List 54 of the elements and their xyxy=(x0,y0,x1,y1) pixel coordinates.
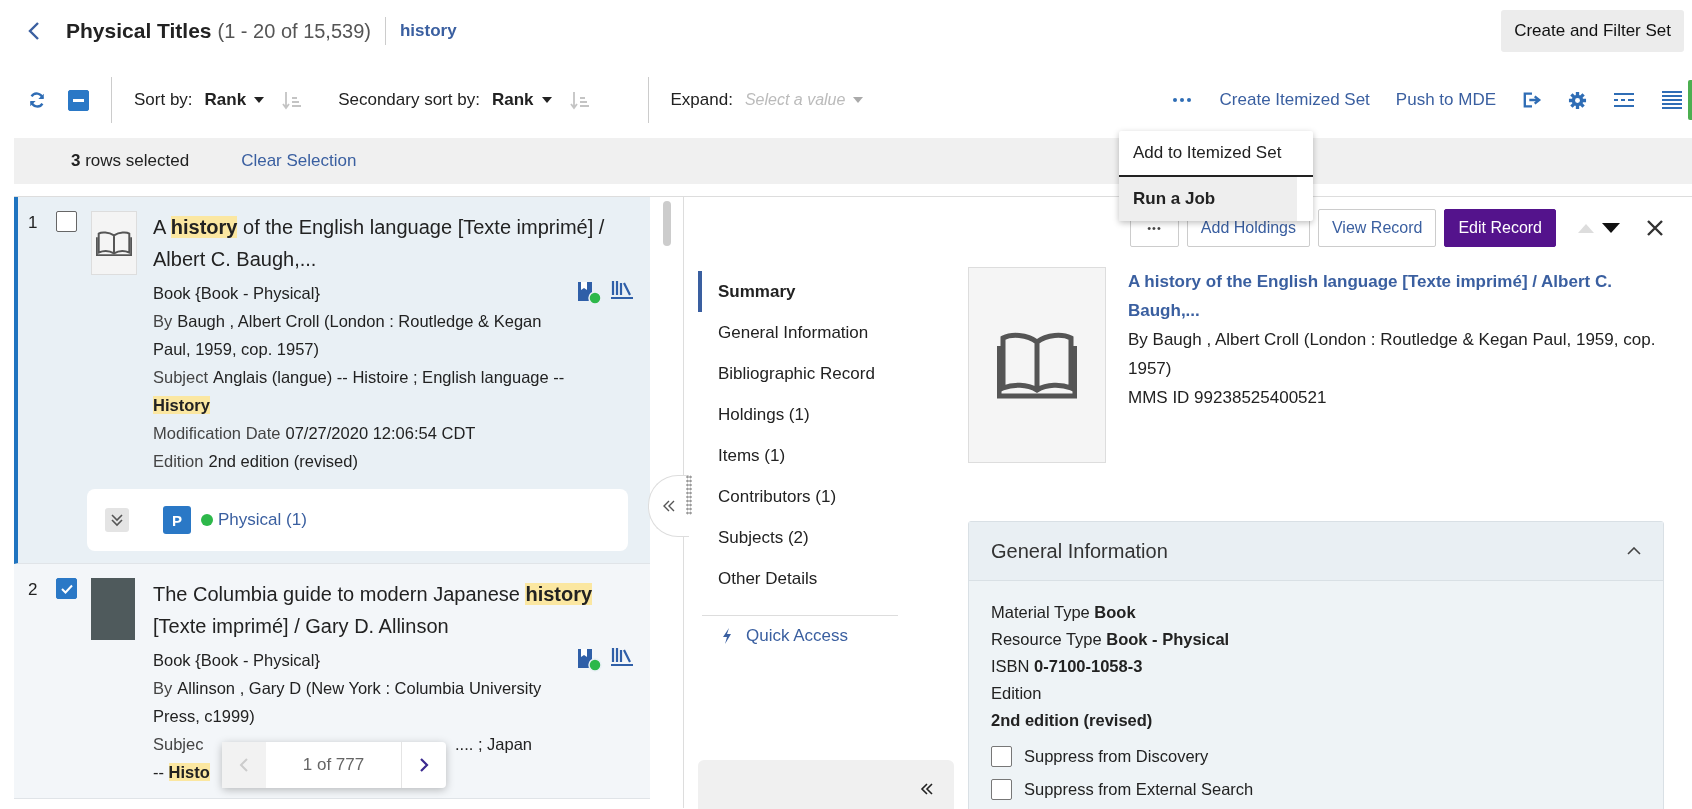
checkbox-label: Suppress from Discovery xyxy=(1024,747,1209,766)
edit-record-button[interactable]: Edit Record xyxy=(1444,209,1556,247)
section-nav-item[interactable]: Subjects (2) xyxy=(698,517,954,558)
quick-access-link[interactable]: Quick Access xyxy=(698,626,954,646)
search-query-link[interactable]: history xyxy=(399,21,457,41)
info-field: Resource Type Book - Physical xyxy=(991,626,1641,653)
record-title-link[interactable]: A history of the English language [Texte imprimé] / Albert C. Baugh,... xyxy=(1128,267,1664,325)
info-field: ISBN 0-7100-1058-3 xyxy=(991,653,1641,680)
section-nav-item[interactable]: Other Details xyxy=(698,558,954,599)
record-field: Edition 2nd edition (revised) xyxy=(153,447,638,475)
info-label: Edition xyxy=(991,683,1043,704)
section-header[interactable]: General Information xyxy=(969,522,1663,581)
record-field: .... ; Japan xyxy=(455,730,533,758)
selection-count: 3 rows selected xyxy=(71,151,190,171)
record-field: Modification Date 07/27/2020 12:06:54 CDT xyxy=(153,419,638,447)
record-title-link[interactable]: The Columbia guide to modern Japanese history [Texte imprimé] / Gary D. Allinson xyxy=(153,578,638,642)
physical-link[interactable]: Physical (1) xyxy=(218,510,307,530)
record-author: By Baugh , Albert Croll (London : Routledge & Kegan Paul, 1959, cop. 1957) xyxy=(1128,329,1657,380)
record-field: By Allinson , Gary D (New York : Columbia University Press, c1999) xyxy=(153,674,638,730)
page-indicator: 1 of 777 xyxy=(266,742,402,788)
row-number: 1 xyxy=(28,212,39,234)
sort-dropdown[interactable]: Rank xyxy=(204,90,247,110)
create-filter-set-button[interactable]: Create and Filter Set xyxy=(1501,10,1684,52)
checkbox-label: Suppress from External Search xyxy=(1024,780,1254,799)
record-field: -- Histo xyxy=(153,758,210,786)
sort-label: Sort by: xyxy=(134,90,193,110)
section-nav-item[interactable]: Holdings (1) xyxy=(698,394,954,435)
record-id: MMS ID 99238525400521 xyxy=(1128,387,1328,409)
row-number: 2 xyxy=(28,579,39,601)
record-field: Subject Anglais (langue) -- Histoire ; English language -- History xyxy=(153,363,638,419)
record-format: Book {Book - Physical} xyxy=(153,650,320,671)
info-value: 2nd edition (revised) xyxy=(991,710,1154,731)
record-field: By Baugh , Albert Croll (London : Routledge & Kegan Paul, 1959, cop. 1957) xyxy=(153,307,638,363)
section-title: General Information xyxy=(991,539,1168,563)
section-nav-item[interactable]: General Information xyxy=(698,312,954,353)
record-title-link[interactable]: A history of the English language [Texte imprimé] / Albert C. Baugh,... xyxy=(153,211,638,275)
secondary-sort-label: Secondary sort by: xyxy=(338,90,480,110)
physical-badge: P xyxy=(163,506,191,534)
section-nav-item[interactable]: Contributors (1) xyxy=(698,476,954,517)
section-nav-item[interactable]: Summary xyxy=(698,271,938,312)
clear-selection-link[interactable]: Clear Selection xyxy=(241,151,357,171)
record-field: Subjec xyxy=(153,735,204,753)
page-title: Physical Titles xyxy=(66,19,212,43)
record-format: Book {Book - Physical} xyxy=(153,283,320,304)
expand-label: Expand: xyxy=(670,90,733,110)
section-nav-item[interactable]: Items (1) xyxy=(698,435,954,476)
toolbar-action-link[interactable]: Create Itemized Set xyxy=(1219,90,1370,110)
result-count: (1 - 20 of 15,539) xyxy=(217,19,371,43)
record-action-button[interactable]: View Record xyxy=(1318,209,1437,247)
section-nav-item[interactable]: Bibliographic Record xyxy=(698,353,954,394)
menu-item[interactable]: Run a Job xyxy=(1119,177,1297,221)
secondary-sort-dropdown[interactable]: Rank xyxy=(491,90,534,110)
toolbar-action-link[interactable]: Push to MDE xyxy=(1395,90,1496,110)
info-field: Material Type Book xyxy=(991,599,1641,626)
